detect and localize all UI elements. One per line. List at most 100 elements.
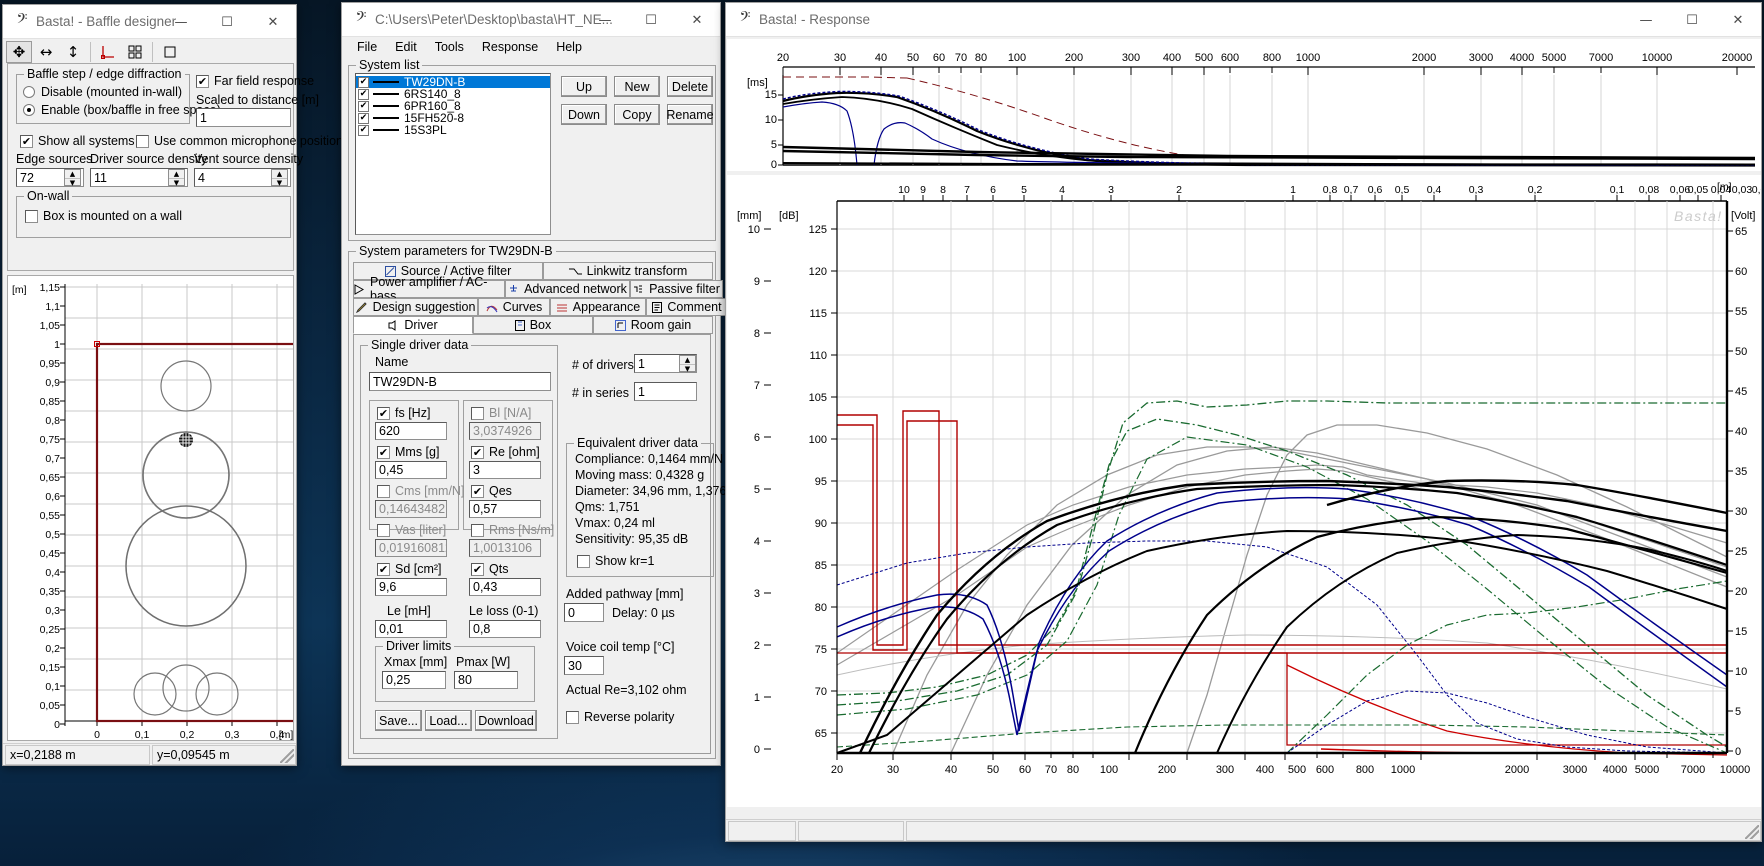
menu-file[interactable]: File: [348, 39, 386, 55]
le-input[interactable]: 0,01: [375, 620, 447, 638]
down-button[interactable]: Down: [561, 104, 607, 125]
fs-checkbox[interactable]: ✔ fs [Hz]: [377, 406, 430, 420]
resize-grip[interactable]: [280, 749, 294, 763]
close-button[interactable]: ✕: [250, 5, 296, 39]
use-common-mic-checkbox[interactable]: Use common microphone position: [136, 134, 343, 148]
menu-response[interactable]: Response: [473, 39, 547, 55]
group-delay-chart[interactable]: 20 30 40 50 60 70 80 100 200 300 400 500 600 80…: [727, 39, 1761, 171]
up-button[interactable]: Up: [561, 76, 607, 97]
load-button[interactable]: Load...: [425, 710, 472, 731]
main-minimize-button[interactable]: —: [582, 3, 628, 37]
rectangle-tool-icon[interactable]: [157, 41, 183, 63]
mms-checkbox[interactable]: ✔ Mms [g]: [377, 445, 439, 459]
sd-checkbox[interactable]: ✔ Sd [cm²]: [377, 562, 442, 576]
show-all-systems-checkbox[interactable]: ✔ Show all systems: [20, 134, 135, 148]
system-checkbox[interactable]: ✔: [358, 100, 369, 112]
tab-design-suggestion[interactable]: Design suggestion: [353, 298, 478, 316]
reverse-polarity-checkbox[interactable]: Reverse polarity: [566, 710, 674, 724]
delete-button[interactable]: Delete: [667, 76, 713, 97]
list-item[interactable]: ✔ 15S3PL: [356, 123, 550, 137]
equivalent-moving-mass: Moving mass: 0,4328 g: [575, 468, 705, 482]
vent-source-density-spinner[interactable]: ▲ ▼: [271, 169, 288, 187]
rms-checkbox[interactable]: Rms [Ns/m]: [471, 523, 554, 537]
menu-tools[interactable]: Tools: [426, 39, 473, 55]
download-button[interactable]: Download: [475, 710, 537, 731]
horizontal-resize-tool-icon[interactable]: ↔: [33, 41, 59, 63]
main-titlebar[interactable]: 𝄢 C:\Users\Peter\Desktop\basta\HT_NE... …: [342, 3, 720, 37]
tab-advanced-network[interactable]: Advanced network: [505, 280, 630, 298]
qts-input[interactable]: 0,43: [469, 578, 541, 596]
response-resize-grip[interactable]: [1745, 825, 1759, 839]
le-loss-input[interactable]: 0,8: [469, 620, 541, 638]
bl-checkbox[interactable]: Bl [N/A]: [471, 406, 531, 420]
response-titlebar[interactable]: 𝄢 Basta! - Response — ☐ ✕: [726, 3, 1761, 37]
box-mounted-on-wall-checkbox[interactable]: Box is mounted on a wall: [25, 209, 182, 223]
response-minimize-button[interactable]: —: [1623, 3, 1669, 37]
main-close-button[interactable]: ✕: [674, 3, 720, 37]
fs-input[interactable]: 620: [375, 422, 447, 440]
radio-disable-in-wall[interactable]: Disable (mounted in-wall): [23, 85, 182, 99]
voice-coil-temp-input[interactable]: 30: [564, 656, 604, 675]
pmax-input[interactable]: 80: [454, 671, 518, 689]
added-pathway-input[interactable]: 0: [564, 603, 604, 622]
menu-help[interactable]: Help: [547, 39, 591, 55]
system-checkbox[interactable]: ✔: [358, 88, 369, 100]
list-item[interactable]: ✔ 15FH520-8: [356, 111, 550, 125]
save-button[interactable]: Save...: [375, 710, 422, 731]
tab-linkwitz-transform[interactable]: Linkwitz transform: [543, 262, 713, 280]
re-input[interactable]: 3: [469, 461, 541, 479]
vertical-resize-tool-icon[interactable]: ↕: [60, 41, 86, 63]
edge-sources-spinner[interactable]: ▲ ▼: [64, 169, 81, 187]
system-checkbox[interactable]: ✔: [358, 124, 369, 136]
re-checkbox[interactable]: ✔ Re [ohm]: [471, 445, 540, 459]
tab-passive-filter[interactable]: Passive filter: [630, 280, 723, 298]
num-series-combo[interactable]: 1: [634, 382, 697, 401]
far-field-response-checkbox[interactable]: ✔ Far field response: [196, 74, 314, 88]
baffle-plot[interactable]: [m] 1,15 1,1 1,05 1 0,95 0,9 0,85 0,8 0,…: [7, 275, 294, 741]
driver-source-density-spinner[interactable]: ▲ ▼: [168, 169, 185, 187]
sd-input[interactable]: 9,6: [375, 578, 447, 596]
scaled-to-distance-input[interactable]: 1: [196, 108, 291, 127]
baffle-designer-titlebar[interactable]: 𝄢 Basta! - Baffle designer — ☐ ✕: [3, 5, 296, 39]
system-checkbox[interactable]: ✔: [358, 76, 369, 88]
xmax-input[interactable]: 0,25: [382, 671, 446, 689]
new-button[interactable]: New: [614, 76, 660, 97]
tab-box[interactable]: Box: [473, 316, 593, 334]
spl-response-chart[interactable]: 10 9 87 65 43 21 0,8 0,7 0,6 0,5 0,4 0,3 0,2…: [727, 175, 1761, 807]
vas-checkbox[interactable]: Vas [liter]: [377, 523, 446, 537]
svg-text:0,75: 0,75: [40, 434, 61, 446]
svg-text:100: 100: [1100, 764, 1118, 776]
tab-power-amplifier[interactable]: Power amplifier / AC-bass: [353, 275, 505, 303]
rename-button[interactable]: Rename: [666, 104, 714, 125]
menu-edit[interactable]: Edit: [386, 39, 426, 55]
grid-tool-icon[interactable]: [122, 41, 148, 63]
svg-text:0,8: 0,8: [1323, 184, 1338, 196]
qts-checkbox[interactable]: ✔ Qts: [471, 562, 508, 576]
response-status-pane-3: [906, 820, 1761, 841]
svg-text:50: 50: [987, 764, 999, 776]
tab-room-gain[interactable]: Room gain: [593, 316, 713, 334]
response-close-button[interactable]: ✕: [1715, 3, 1761, 37]
move-tool-icon[interactable]: ✥: [6, 41, 32, 63]
radio-enable-free-space[interactable]: Enable (box/baffle in free space): [23, 103, 221, 117]
tab-appearance[interactable]: Appearance: [550, 298, 646, 316]
num-drivers-spinner[interactable]: ▲ ▼: [679, 355, 696, 373]
mms-input[interactable]: 0,45: [375, 461, 447, 479]
response-maximize-button[interactable]: ☐: [1669, 3, 1715, 37]
axes-tool-icon[interactable]: [95, 41, 121, 63]
system-listbox[interactable]: ✔ TW29DN-B ✔ 6RS140_8 ✔ 6PR160_8 ✔ 15FH5…: [355, 73, 551, 235]
qes-checkbox[interactable]: ✔ Qes: [471, 484, 512, 498]
tab-driver[interactable]: Driver: [353, 316, 473, 334]
qes-input[interactable]: 0,57: [469, 500, 541, 518]
cms-checkbox[interactable]: Cms [mm/N]: [377, 484, 464, 498]
driver-name-input[interactable]: TW29DN-B: [369, 372, 551, 391]
tab-curves[interactable]: Curves: [478, 298, 550, 316]
main-maximize-button[interactable]: ☐: [628, 3, 674, 37]
use-common-mic-indicator: [136, 134, 149, 148]
minimize-button[interactable]: —: [158, 5, 204, 39]
system-checkbox[interactable]: ✔: [358, 112, 369, 124]
tab-comment[interactable]: Comment: [646, 298, 728, 316]
show-kr-checkbox[interactable]: Show kr=1: [577, 554, 654, 568]
maximize-button[interactable]: ☐: [204, 5, 250, 39]
copy-button[interactable]: Copy: [614, 104, 660, 125]
